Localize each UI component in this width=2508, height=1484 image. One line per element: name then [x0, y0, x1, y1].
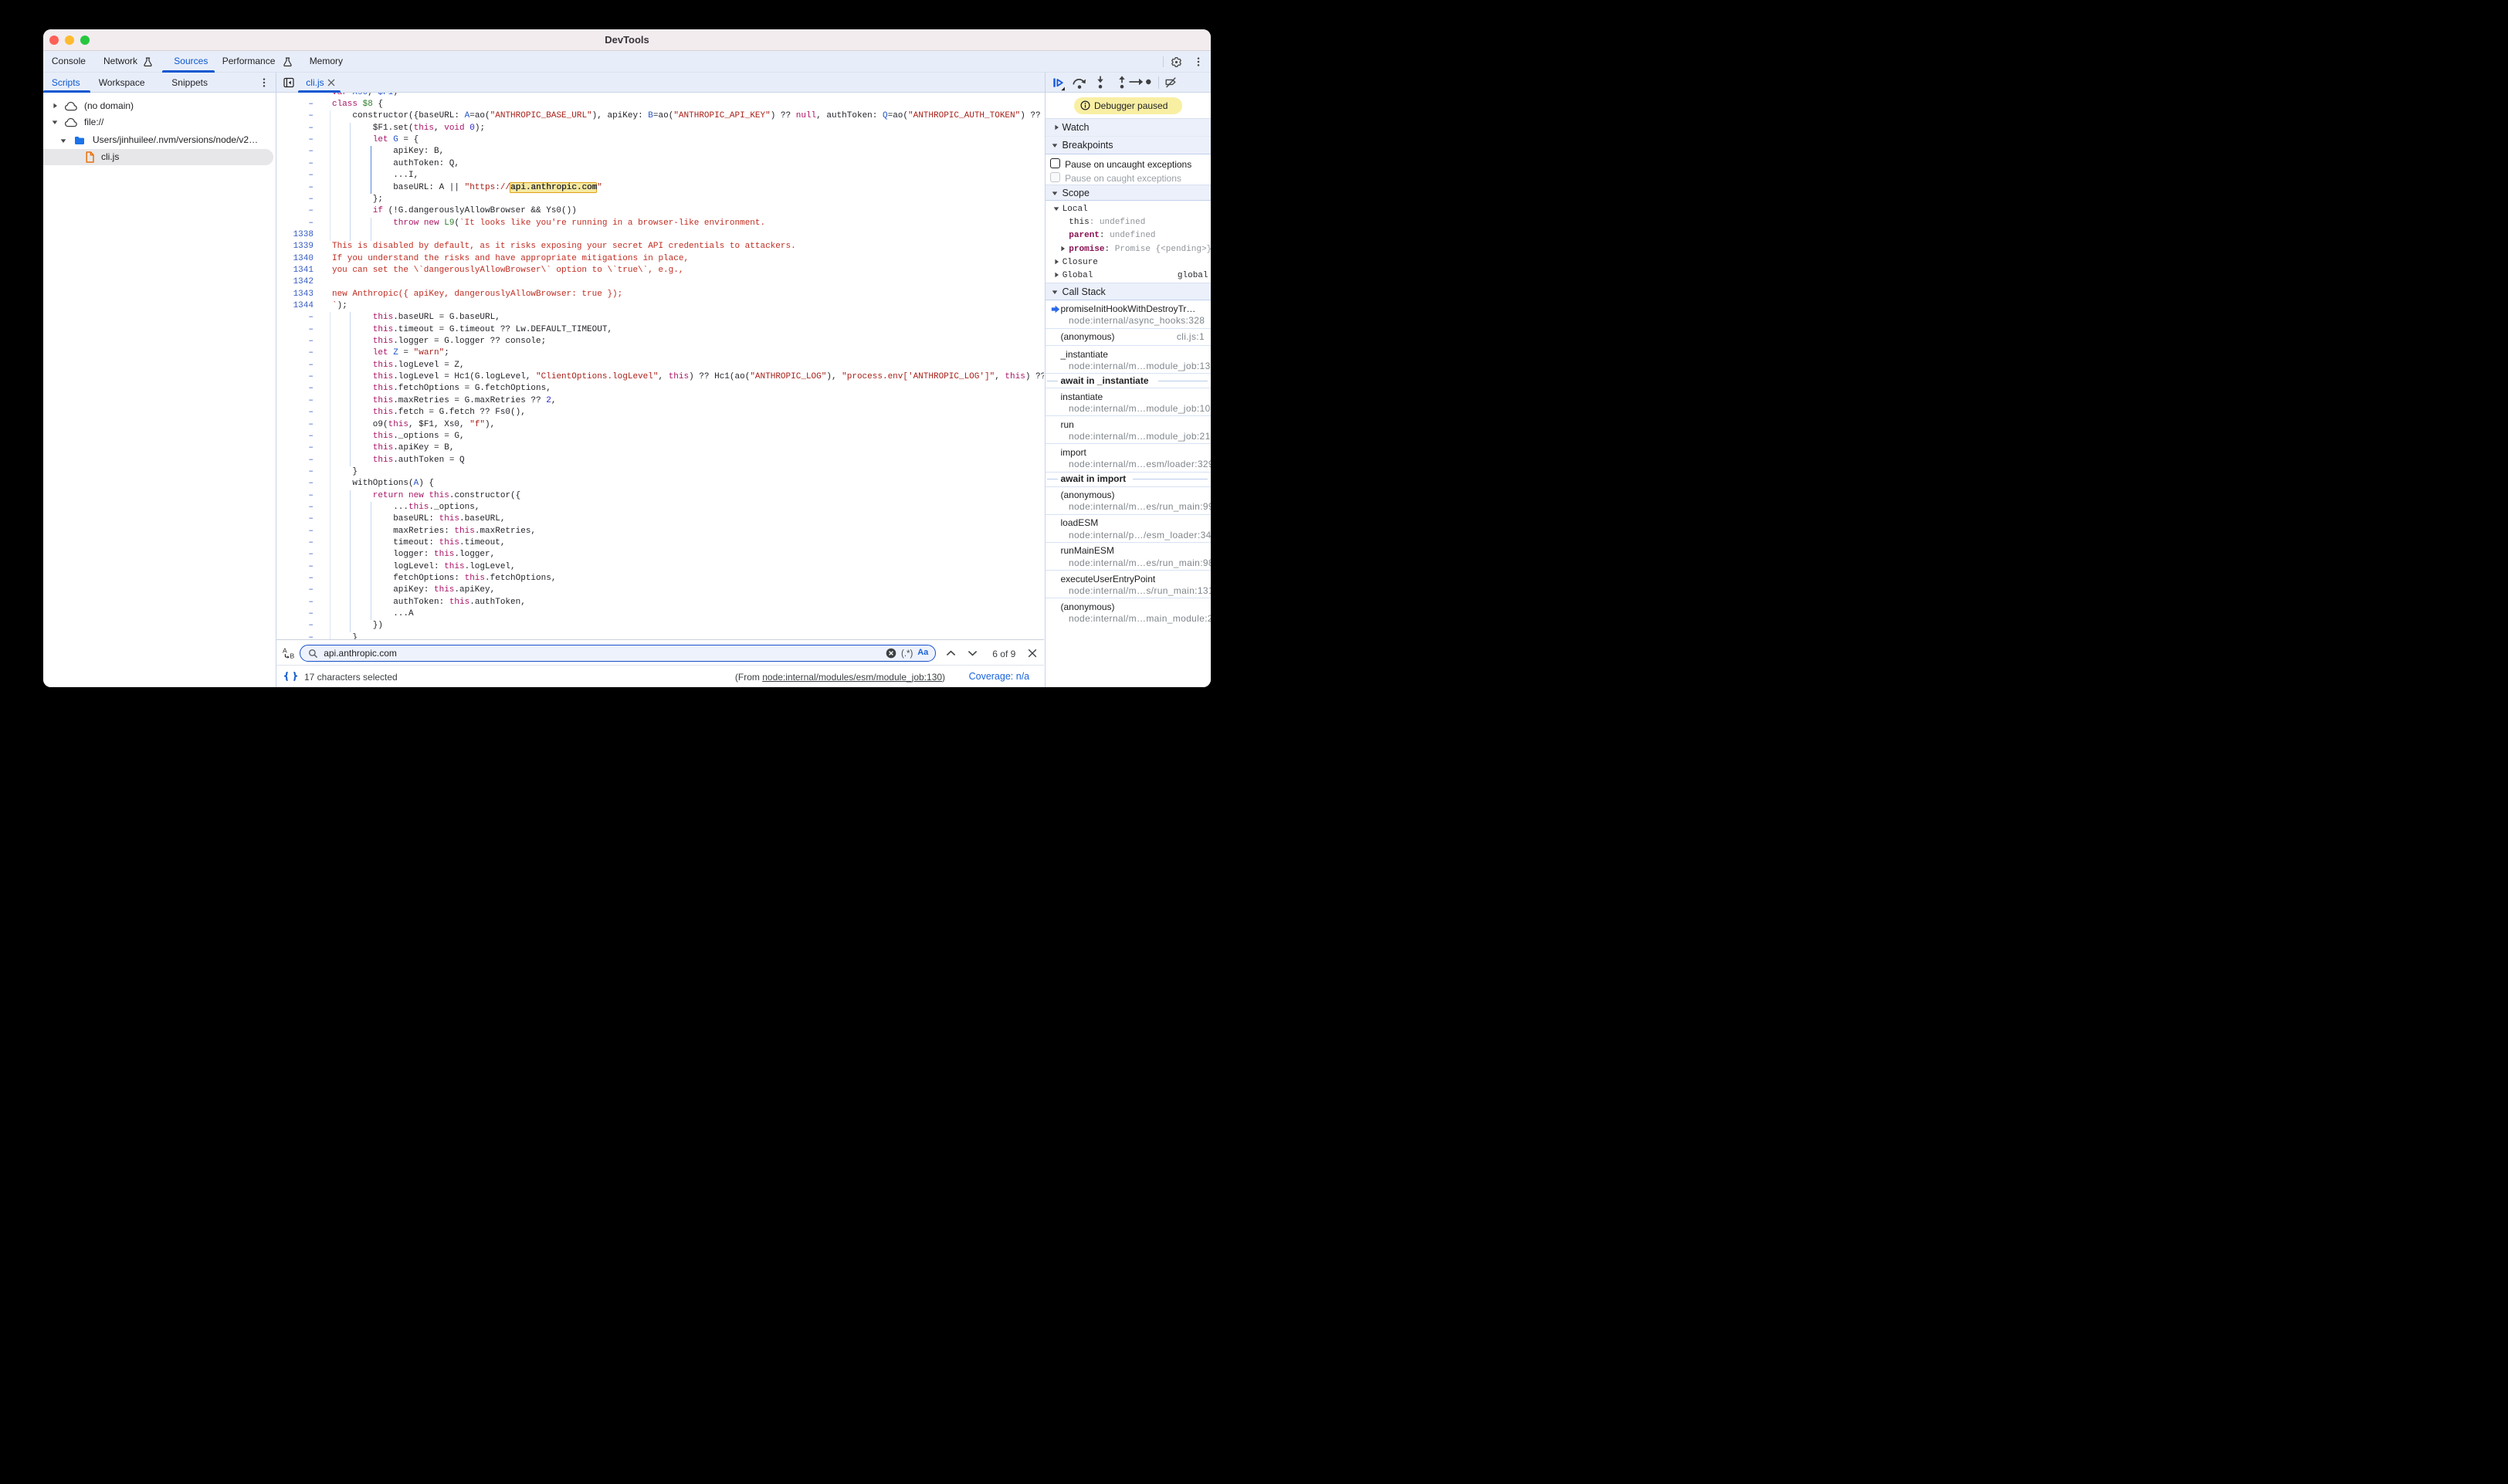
- svg-text:A: A: [283, 647, 287, 655]
- svg-text:B: B: [290, 652, 295, 660]
- svg-text:(.*): (.*): [901, 649, 913, 659]
